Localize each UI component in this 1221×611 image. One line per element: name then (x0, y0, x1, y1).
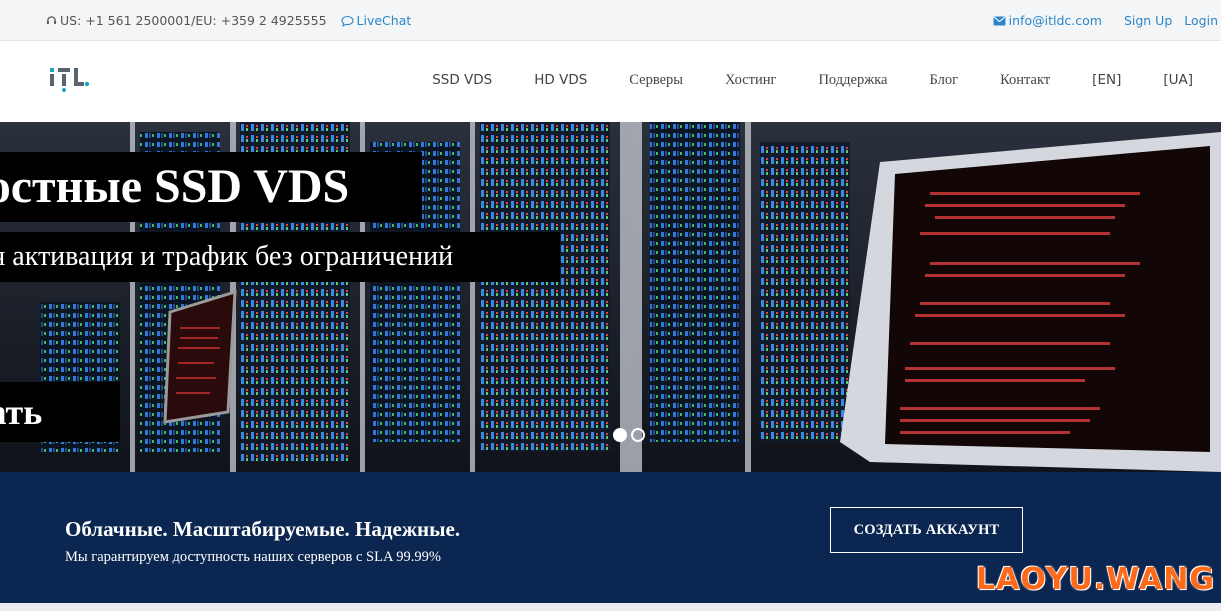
livechat-label: LiveChat (356, 13, 412, 28)
nav-item-contact[interactable]: Контакт (1000, 72, 1050, 89)
contact-info: US: +1 561 2500001/EU: +359 2 4925555 Li… (46, 13, 411, 28)
itl-logo[interactable] (48, 66, 92, 94)
email-link[interactable]: info@itldc.com (993, 13, 1102, 28)
banner-heading: Облачные. Масштабируемые. Надежные. (65, 517, 461, 541)
nav-item-servers[interactable]: Серверы (629, 72, 683, 89)
nav-item-ssd-vds[interactable]: SSD VDS (432, 72, 492, 89)
footer-strip (0, 603, 1221, 611)
login-link[interactable]: Login (1184, 13, 1218, 28)
chat-bubble-icon (340, 15, 354, 27)
nav-item-lang-en[interactable]: [EN] (1092, 72, 1121, 89)
top-bar: US: +1 561 2500001/EU: +359 2 4925555 Li… (0, 0, 1221, 41)
slider-dot-2[interactable] (631, 428, 645, 442)
phone-numbers: US: +1 561 2500001/EU: +359 2 4925555 (60, 13, 327, 28)
promo-banner: Облачные. Масштабируемые. Надежные. Мы г… (0, 472, 1221, 603)
hero-cta-button[interactable]: азать (0, 382, 120, 442)
nav-item-lang-ua[interactable]: [UA] (1163, 72, 1193, 89)
account-links: info@itldc.com Sign Up Login (993, 13, 1221, 28)
headset-icon (46, 15, 57, 26)
envelope-icon (993, 16, 1006, 26)
slider-dot-1[interactable] (613, 428, 627, 442)
hero-subtitle: нная активация и трафик без ограничений (0, 232, 560, 282)
signup-link[interactable]: Sign Up (1124, 13, 1172, 28)
nav-item-hd-vds[interactable]: HD VDS (534, 72, 587, 89)
email-label: info@itldc.com (1008, 13, 1102, 28)
hero-slider: ростные SSD VDS нная активация и трафик … (0, 122, 1221, 472)
nav-item-hosting[interactable]: Хостинг (725, 72, 776, 89)
create-account-button[interactable]: СОЗДАТЬ АККАУНТ (830, 507, 1023, 553)
slider-dots (613, 428, 649, 442)
nav-item-support[interactable]: Поддержка (818, 72, 887, 89)
main-nav: SSD VDS HD VDS Серверы Хостинг Поддержка… (432, 72, 1193, 89)
main-header: SSD VDS HD VDS Серверы Хостинг Поддержка… (0, 41, 1221, 122)
watermark-text: LAOYU.WANG (976, 562, 1215, 597)
banner-text: Мы гарантируем доступность наших серверо… (65, 549, 441, 565)
livechat-link[interactable]: LiveChat (340, 13, 412, 28)
nav-item-blog[interactable]: Блог (929, 72, 958, 89)
hero-title: ростные SSD VDS (0, 152, 422, 222)
